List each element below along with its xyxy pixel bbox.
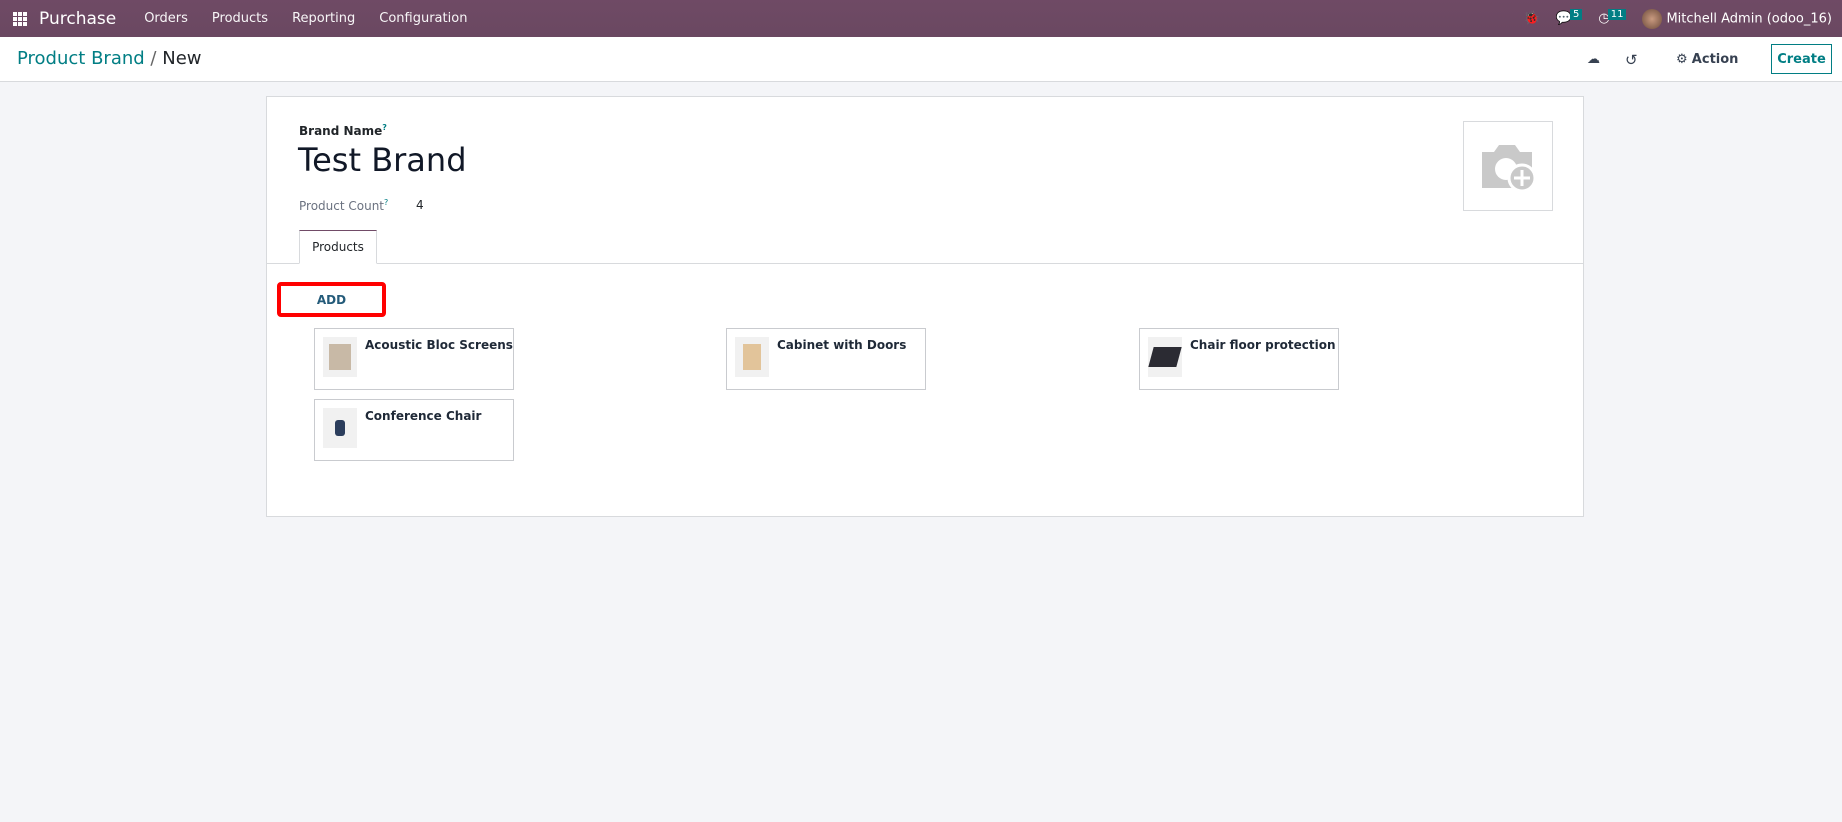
product-card[interactable]: Acoustic Bloc Screens	[314, 328, 514, 390]
tab-products[interactable]: Products	[299, 230, 377, 264]
app-name[interactable]: Purchase	[39, 9, 116, 29]
activities-badge: 11	[1607, 9, 1627, 20]
product-image	[323, 337, 357, 377]
product-name: Cabinet with Doors	[777, 338, 907, 352]
help-tooltip-icon[interactable]: ?	[384, 198, 388, 207]
menu-products[interactable]: Products	[212, 11, 268, 26]
discard-undo-icon[interactable]: ↺	[1625, 37, 1638, 82]
apps-menu-icon[interactable]	[13, 11, 27, 26]
product-card[interactable]: Conference Chair	[314, 399, 514, 461]
create-button[interactable]: Create	[1771, 44, 1832, 74]
product-count-label: Product Count?	[299, 198, 389, 213]
menu-orders[interactable]: Orders	[144, 11, 188, 26]
tab-divider	[267, 263, 1583, 264]
messages-badge: 5	[1570, 9, 1583, 20]
debug-bug-icon[interactable]: 🐞	[1524, 11, 1540, 26]
messages-button[interactable]: 💬5	[1556, 9, 1583, 26]
action-label: Action	[1691, 52, 1739, 67]
image-upload[interactable]	[1463, 121, 1553, 211]
brand-name-field[interactable]: Test Brand	[298, 141, 467, 179]
breadcrumb: Product Brand / New	[17, 48, 202, 69]
help-tooltip-icon[interactable]: ?	[382, 123, 387, 132]
product-card[interactable]: Chair floor protection	[1139, 328, 1339, 390]
add-button[interactable]: ADD	[277, 282, 386, 317]
activities-button[interactable]: ◷11	[1598, 9, 1627, 26]
form-sheet: Brand Name? Test Brand Product Count? 4 …	[266, 96, 1584, 517]
action-button[interactable]: ⚙ Action	[1676, 37, 1738, 82]
user-name: Mitchell Admin (odoo_16)	[1666, 11, 1832, 26]
brand-name-label: Brand Name?	[299, 123, 387, 138]
avatar	[1642, 8, 1663, 29]
product-image	[735, 337, 769, 377]
product-card[interactable]: Cabinet with Doors	[726, 328, 926, 390]
gear-icon: ⚙	[1676, 52, 1692, 67]
menu-configuration[interactable]: Configuration	[379, 11, 467, 26]
breadcrumb-product-brand[interactable]: Product Brand	[17, 48, 145, 69]
product-image	[323, 408, 357, 448]
control-panel: Product Brand / New ☁ ↺ ⚙ Action Create	[0, 37, 1842, 82]
user-menu[interactable]: Mitchell Admin (odoo_16)	[1642, 8, 1832, 29]
camera-plus-icon	[1482, 145, 1537, 193]
product-count-value: 4	[416, 198, 424, 212]
product-name: Acoustic Bloc Screens	[365, 338, 513, 352]
top-navbar: Purchase Orders Products Reporting Confi…	[0, 0, 1842, 37]
save-cloud-icon[interactable]: ☁	[1587, 37, 1600, 82]
product-image	[1148, 337, 1182, 377]
product-name: Conference Chair	[365, 409, 482, 423]
menu-reporting[interactable]: Reporting	[292, 11, 355, 26]
breadcrumb-current: New	[162, 48, 202, 69]
product-name: Chair floor protection	[1190, 338, 1336, 352]
